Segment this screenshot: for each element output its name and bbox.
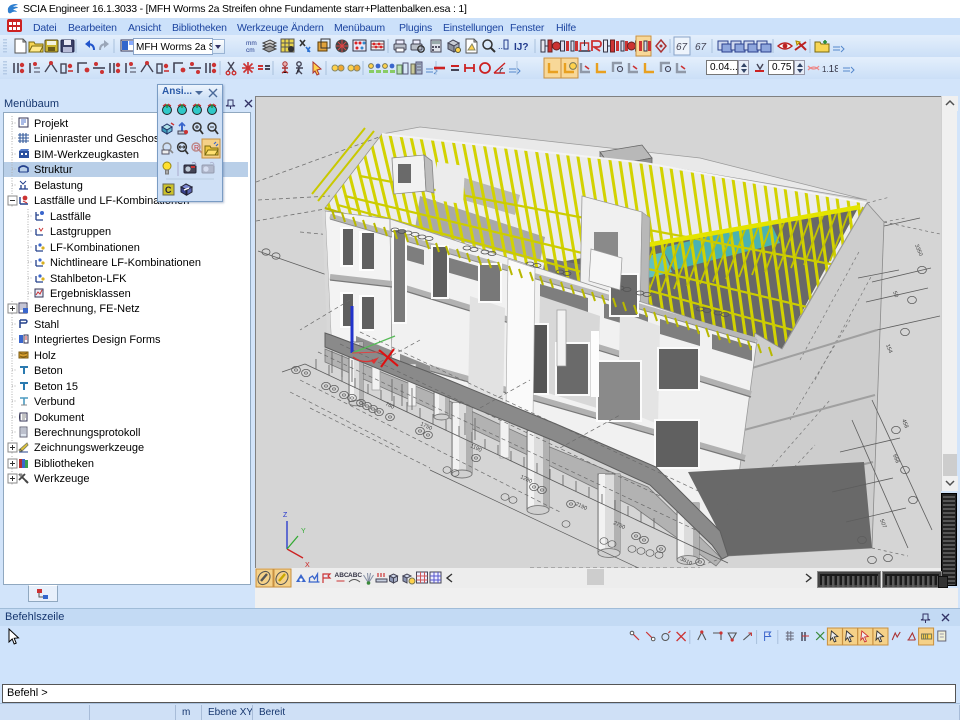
svg-text:1.18: 1.18 xyxy=(822,64,838,75)
svg-text:C: C xyxy=(165,185,172,195)
svg-text:458: 458 xyxy=(900,419,909,430)
svg-text:ABC: ABC xyxy=(335,572,349,579)
svg-text:..: .. xyxy=(498,41,503,51)
svg-text:2190: 2190 xyxy=(574,501,588,512)
svg-text:668: 668 xyxy=(891,454,900,465)
svg-text:67: 67 xyxy=(676,42,688,53)
svg-text:ABC: ABC xyxy=(348,572,362,579)
svg-text:507: 507 xyxy=(878,519,887,530)
svg-text:760: 760 xyxy=(384,401,395,410)
svg-text:R: R xyxy=(194,145,199,152)
svg-text:67: 67 xyxy=(695,42,707,53)
svg-text:3350: 3350 xyxy=(913,244,923,258)
svg-text:Z: Z xyxy=(283,512,288,519)
svg-text:Y: Y xyxy=(301,528,306,535)
svg-text:mm: mm xyxy=(246,40,257,47)
svg-text:50: 50 xyxy=(891,291,899,299)
svg-text:IJ?: IJ? xyxy=(514,42,528,53)
svg-text:cm: cm xyxy=(246,47,255,54)
svg-text:154: 154 xyxy=(884,344,893,355)
